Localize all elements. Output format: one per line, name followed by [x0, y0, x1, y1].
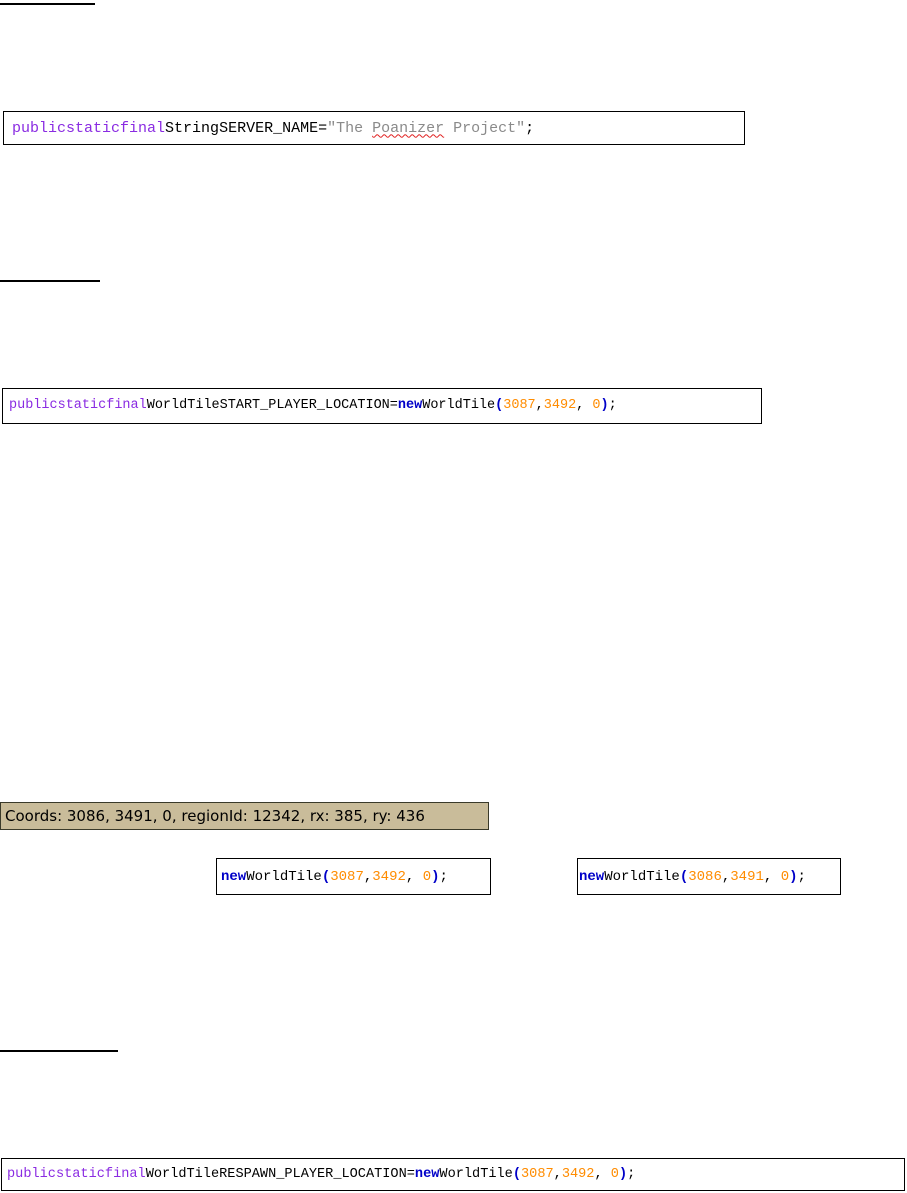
number-y: 3492	[561, 1166, 595, 1182]
keyword: final	[120, 119, 166, 137]
keyword: public	[12, 119, 67, 137]
code-server-name: public static final String SERVER_NAME =…	[3, 111, 745, 145]
string-literal-open: "The	[327, 119, 373, 137]
number-x: 3087	[521, 1166, 554, 1182]
comma: ,	[363, 868, 373, 885]
constant-name: RESPAWN_PLAYER_LOCATION	[219, 1166, 407, 1182]
operator: =	[406, 1166, 415, 1182]
new-keyword: new	[579, 868, 605, 885]
type-name: WorldTile	[145, 1166, 220, 1182]
code-start-player-location: public static final WorldTile START_PLAY…	[2, 388, 762, 424]
semicolon: ;	[627, 1166, 636, 1182]
code-respawn-player-location: public static final WorldTile RESPAWN_PL…	[1, 1158, 905, 1191]
constructor-name: WorldTile	[246, 868, 322, 885]
open-paren: (	[679, 868, 689, 885]
close-paren: )	[789, 868, 798, 885]
number-x: 3087	[330, 868, 364, 885]
comma: ,	[553, 1166, 562, 1182]
code-snippet-updated: new WorldTile(3086, 3491, 0);	[577, 858, 841, 895]
close-paren: )	[618, 1166, 628, 1182]
comma: ,	[594, 1166, 611, 1182]
keyword: static	[57, 398, 107, 414]
new-keyword: new	[397, 398, 423, 414]
number-y: 3492	[372, 868, 406, 885]
string-literal-close: Project"	[444, 119, 526, 137]
coords-readout: Coords: 3086, 3491, 0, regionId: 12342, …	[0, 802, 489, 830]
keyword: final	[104, 1166, 146, 1182]
semicolon: ;	[439, 868, 448, 885]
code-snippet-original: new WorldTile(3087, 3492, 0);	[216, 858, 491, 895]
number-z: 0	[610, 1166, 619, 1182]
keyword: public	[9, 398, 58, 414]
operator: =	[318, 119, 328, 137]
open-paren: (	[512, 1166, 521, 1182]
number-x: 3087	[503, 398, 536, 414]
semicolon: ;	[525, 119, 535, 137]
number-y: 3492	[543, 398, 577, 414]
type-name: WorldTile	[146, 398, 220, 414]
keyword: final	[106, 398, 147, 414]
keyword: static	[55, 1166, 105, 1182]
heading-underline-1	[0, 3, 95, 5]
semicolon: ;	[797, 868, 806, 885]
constructor-name: WorldTile	[422, 398, 496, 414]
misspelled-word: Poanizer	[372, 119, 445, 137]
coords-text: Coords: 3086, 3491, 0, regionId: 12342, …	[5, 807, 425, 825]
number-x: 3086	[688, 868, 722, 885]
new-keyword: new	[414, 1166, 440, 1182]
constant-name: SERVER_NAME	[219, 119, 319, 137]
comma: ,	[405, 868, 423, 885]
open-paren: (	[495, 398, 504, 414]
constant-name: START_PLAYER_LOCATION	[219, 398, 390, 414]
heading-underline-2	[0, 280, 100, 282]
semicolon: ;	[608, 398, 617, 414]
heading-underline-3	[0, 1050, 118, 1052]
close-paren: )	[600, 398, 609, 414]
constructor-name: WorldTile	[439, 1166, 513, 1182]
new-keyword: new	[221, 868, 247, 885]
keyword: public	[7, 1166, 56, 1182]
type-name: String	[165, 119, 220, 137]
number-y: 3491	[730, 868, 764, 885]
comma: ,	[535, 398, 544, 414]
number-z: 0	[422, 868, 432, 885]
number-z: 0	[780, 868, 790, 885]
comma: ,	[721, 868, 731, 885]
number-z: 0	[592, 398, 601, 414]
constructor-name: WorldTile	[604, 868, 680, 885]
close-paren: )	[431, 868, 440, 885]
open-paren: (	[321, 868, 331, 885]
keyword: static	[66, 119, 121, 137]
comma: ,	[763, 868, 781, 885]
comma: ,	[576, 398, 593, 414]
operator: =	[389, 398, 398, 414]
